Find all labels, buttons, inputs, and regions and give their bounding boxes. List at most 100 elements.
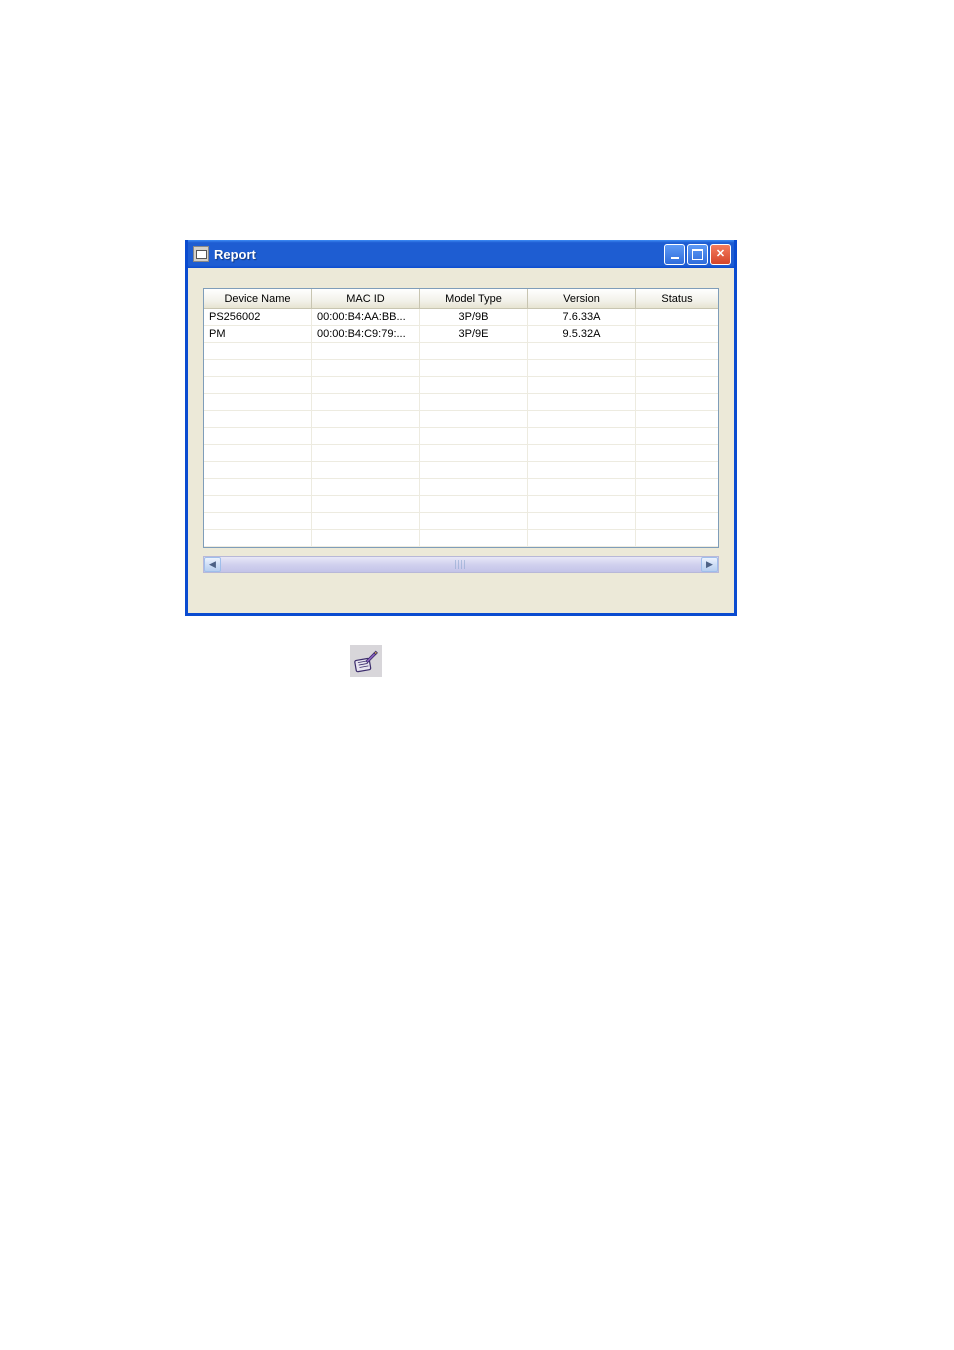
cell-empty <box>204 411 312 427</box>
cell-empty <box>636 462 718 478</box>
table-row-empty <box>204 411 718 428</box>
cell-empty <box>312 462 420 478</box>
cell-empty <box>528 513 636 529</box>
cell-empty <box>312 377 420 393</box>
cell-empty <box>312 343 420 359</box>
horizontal-scrollbar[interactable]: ◀ ▶ <box>203 556 719 573</box>
cell-empty <box>528 411 636 427</box>
cell-empty <box>204 428 312 444</box>
cell-empty <box>420 394 528 410</box>
cell-empty <box>420 411 528 427</box>
cell-empty <box>312 411 420 427</box>
window-title: Report <box>214 247 664 262</box>
cell-empty <box>528 445 636 461</box>
cell-empty <box>636 530 718 546</box>
cell-empty <box>420 343 528 359</box>
cell-device: PM <box>204 326 312 342</box>
maximize-button[interactable] <box>687 244 708 265</box>
window-controls <box>664 244 731 265</box>
listview-body: PS25600200:00:B4:AA:BB...3P/9B7.6.33APM0… <box>204 309 718 547</box>
cell-empty <box>636 445 718 461</box>
cell-empty <box>528 496 636 512</box>
cell-empty <box>636 513 718 529</box>
cell-model: 3P/9E <box>420 326 528 342</box>
report-window: Report Device Name MAC ID Model Type Ver… <box>185 240 737 616</box>
cell-empty <box>528 360 636 376</box>
cell-empty <box>420 479 528 495</box>
scroll-right-button[interactable]: ▶ <box>701 557 718 572</box>
table-row-empty <box>204 377 718 394</box>
cell-empty <box>636 394 718 410</box>
cell-empty <box>420 513 528 529</box>
cell-empty <box>204 513 312 529</box>
cell-empty <box>420 496 528 512</box>
column-header-status[interactable]: Status <box>636 289 718 309</box>
cell-empty <box>312 496 420 512</box>
app-icon <box>193 246 209 262</box>
cell-empty <box>636 343 718 359</box>
table-row-empty <box>204 513 718 530</box>
client-area: Device Name MAC ID Model Type Version St… <box>188 268 734 613</box>
cell-empty <box>312 513 420 529</box>
cell-empty <box>528 343 636 359</box>
cell-empty <box>636 377 718 393</box>
cell-empty <box>312 530 420 546</box>
setup-wizard-icon[interactable] <box>350 645 382 677</box>
cell-empty <box>420 360 528 376</box>
cell-empty <box>204 360 312 376</box>
cell-empty <box>312 360 420 376</box>
cell-empty <box>204 530 312 546</box>
column-header-model-type[interactable]: Model Type <box>420 289 528 309</box>
table-row[interactable]: PM00:00:B4:C9:79:...3P/9E9.5.32A <box>204 326 718 343</box>
table-row-empty <box>204 394 718 411</box>
cell-empty <box>636 496 718 512</box>
cell-empty <box>204 394 312 410</box>
table-row-empty <box>204 445 718 462</box>
cell-version: 9.5.32A <box>528 326 636 342</box>
cell-empty <box>312 428 420 444</box>
cell-empty <box>312 445 420 461</box>
cell-empty <box>420 530 528 546</box>
cell-empty <box>528 394 636 410</box>
minimize-button[interactable] <box>664 244 685 265</box>
cell-empty <box>528 479 636 495</box>
close-button[interactable] <box>710 244 731 265</box>
column-header-version[interactable]: Version <box>528 289 636 309</box>
cell-model: 3P/9B <box>420 309 528 325</box>
cell-mac: 00:00:B4:AA:BB... <box>312 309 420 325</box>
table-row-empty <box>204 360 718 377</box>
cell-empty <box>636 479 718 495</box>
listview-header: Device Name MAC ID Model Type Version St… <box>204 289 718 309</box>
cell-empty <box>312 394 420 410</box>
cell-empty <box>528 530 636 546</box>
cell-empty <box>528 377 636 393</box>
cell-empty <box>204 343 312 359</box>
scroll-left-button[interactable]: ◀ <box>204 557 221 572</box>
cell-empty <box>420 428 528 444</box>
cell-version: 7.6.33A <box>528 309 636 325</box>
cell-empty <box>420 462 528 478</box>
table-row-empty <box>204 462 718 479</box>
table-row[interactable]: PS25600200:00:B4:AA:BB...3P/9B7.6.33A <box>204 309 718 326</box>
scroll-track[interactable] <box>221 557 701 572</box>
cell-empty <box>528 428 636 444</box>
table-row-empty <box>204 428 718 445</box>
cell-empty <box>204 377 312 393</box>
table-row-empty <box>204 479 718 496</box>
cell-empty <box>204 479 312 495</box>
titlebar[interactable]: Report <box>188 240 734 268</box>
device-listview[interactable]: Device Name MAC ID Model Type Version St… <box>203 288 719 548</box>
cell-empty <box>636 428 718 444</box>
cell-empty <box>420 377 528 393</box>
cell-status <box>636 309 718 325</box>
cell-empty <box>528 462 636 478</box>
cell-empty <box>312 479 420 495</box>
table-row-empty <box>204 343 718 360</box>
cell-device: PS256002 <box>204 309 312 325</box>
table-row-empty <box>204 530 718 547</box>
column-header-device-name[interactable]: Device Name <box>204 289 312 309</box>
cell-empty <box>204 462 312 478</box>
cell-empty <box>204 496 312 512</box>
column-header-mac-id[interactable]: MAC ID <box>312 289 420 309</box>
scroll-grip-icon <box>455 560 467 569</box>
